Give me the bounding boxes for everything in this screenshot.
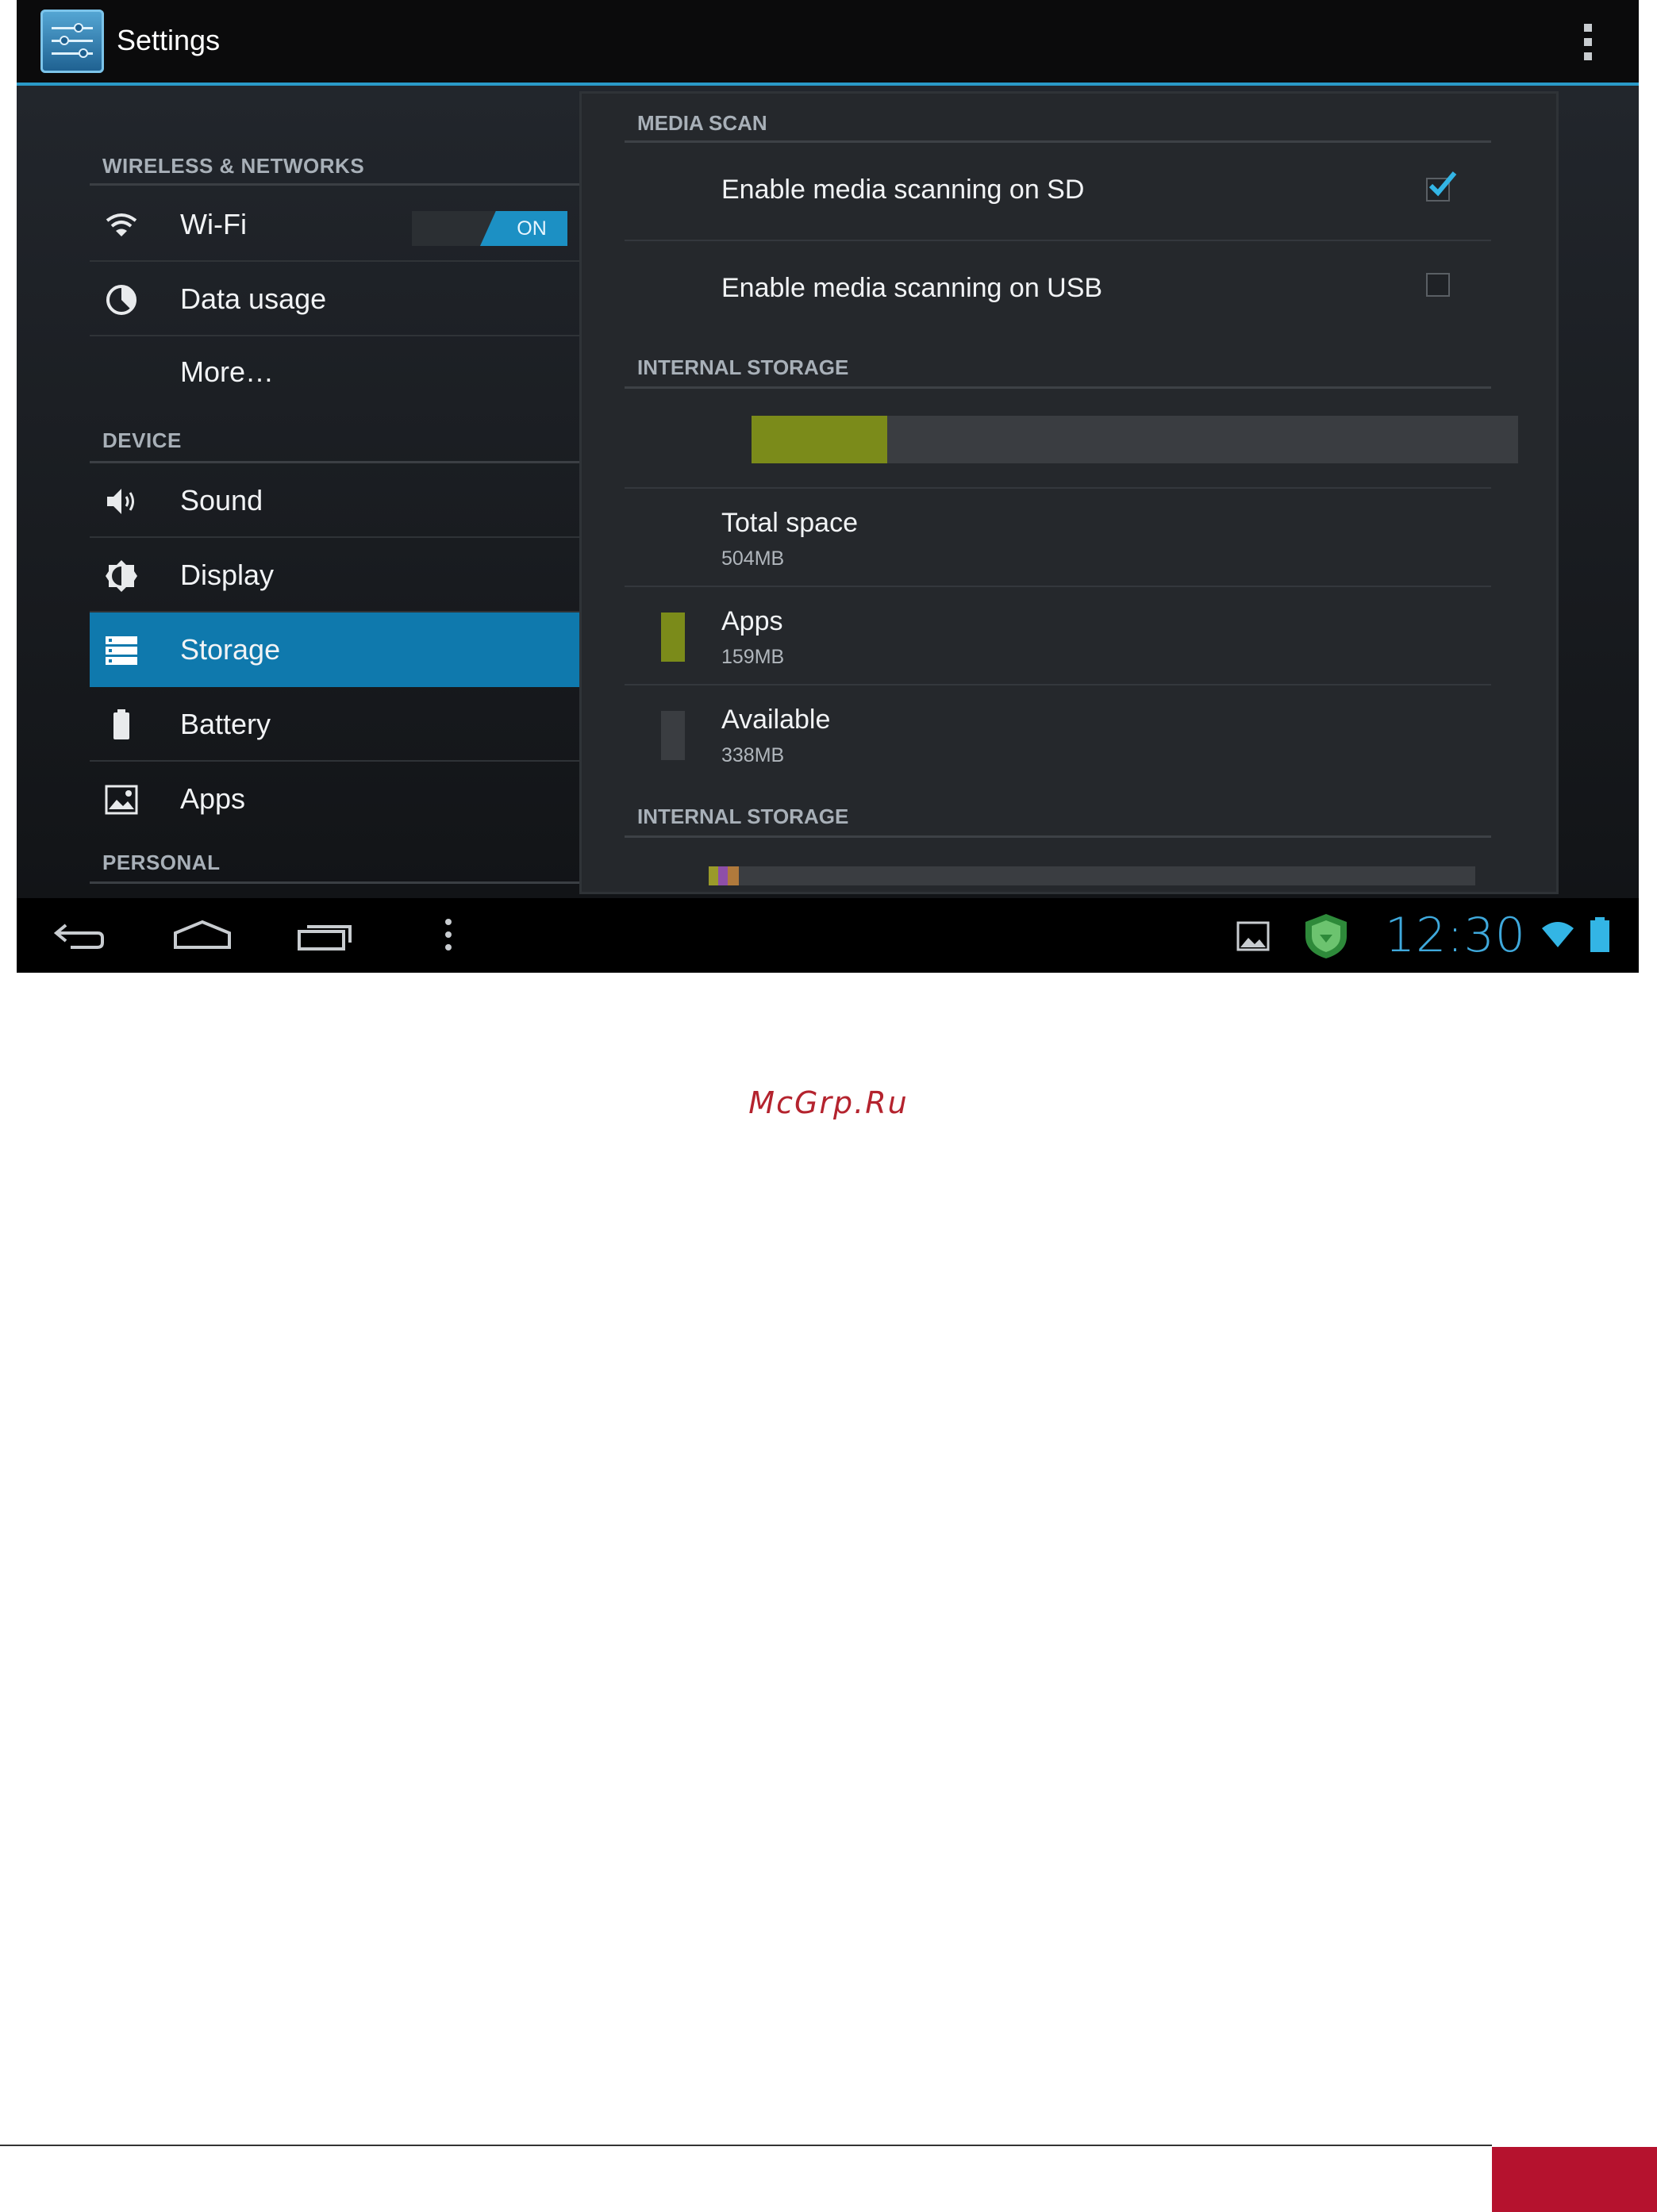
- wifi-signal-icon: [1540, 919, 1575, 954]
- sidebar-item-label: Display: [180, 559, 275, 591]
- apps-storage-value: 159MB: [721, 646, 785, 668]
- media-scan-sd-row[interactable]: Enable media scanning on SD: [625, 143, 1491, 241]
- data-usage-icon: [104, 282, 139, 317]
- media-scan-sd-checkbox[interactable]: [1426, 171, 1457, 202]
- apps-usage-segment: [752, 416, 887, 463]
- media-scan-sd-label: Enable media scanning on SD: [721, 175, 1085, 205]
- home-icon[interactable]: [171, 916, 234, 959]
- sidebar-item-data-usage[interactable]: Data usage: [90, 262, 582, 336]
- internal-storage-usage-bar: [752, 416, 1518, 463]
- sidebar-item-label: Apps: [180, 782, 246, 815]
- total-space-row[interactable]: Total space 504MB: [625, 489, 1491, 587]
- battery-status-icon: [1588, 916, 1612, 959]
- available-storage-label: Available: [721, 705, 831, 735]
- sidebar-item-label: Wi-Fi: [180, 208, 247, 240]
- overflow-menu-icon[interactable]: [1572, 21, 1604, 65]
- sidebar-item-wifi[interactable]: Wi-Fi ON: [90, 187, 582, 262]
- sidebar-item-label: More…: [180, 355, 275, 388]
- available-storage-row[interactable]: Available 338MB: [625, 685, 1491, 784]
- sidebar-item-sound[interactable]: Sound: [90, 463, 582, 538]
- android-screenshot: Settings WIRELESS & NETWORKS Wi-Fi ON Da…: [17, 0, 1639, 973]
- page-footer-rule: [0, 2145, 1492, 2146]
- sidebar-item-label: Storage: [180, 633, 281, 666]
- total-space-value: 504MB: [721, 547, 785, 570]
- sidebar-item-storage[interactable]: Storage: [90, 613, 582, 687]
- section-header-personal: PERSONAL: [90, 844, 582, 884]
- toggle-state-label: ON: [517, 217, 547, 240]
- sidebar-item-battery[interactable]: Battery: [90, 687, 582, 762]
- apps-storage-row[interactable]: Apps 159MB: [625, 587, 1491, 685]
- recent-apps-icon[interactable]: [294, 916, 355, 959]
- media-scan-usb-row[interactable]: Enable media scanning on USB: [625, 241, 1491, 340]
- speaker-icon: [104, 484, 139, 519]
- battery-icon: [104, 708, 139, 743]
- apps-color-swatch: [661, 613, 685, 662]
- section-header-wireless: WIRELESS & NETWORKS: [90, 146, 582, 186]
- sidebar-item-label: Battery: [180, 708, 271, 740]
- internal-storage-header: INTERNAL STORAGE: [625, 344, 1491, 389]
- page-corner-tab: [1492, 2147, 1657, 2212]
- settings-content: WIRELESS & NETWORKS Wi-Fi ON Data usage …: [17, 86, 1639, 898]
- back-icon[interactable]: [52, 916, 107, 959]
- checkmark-icon: [1428, 171, 1457, 197]
- settings-icon[interactable]: [40, 10, 104, 73]
- available-color-swatch: [661, 711, 685, 760]
- watermark-text: McGrp.Ru: [748, 1085, 909, 1120]
- internal-storage-usage-bar-2: [709, 866, 1475, 885]
- total-space-label: Total space: [721, 508, 858, 538]
- apps-storage-label: Apps: [721, 606, 783, 636]
- media-scan-header: MEDIA SCAN: [625, 103, 1491, 143]
- sidebar-item-apps[interactable]: Apps: [90, 762, 582, 836]
- action-bar: Settings: [17, 0, 1639, 86]
- system-navigation-bar: 12:30: [17, 898, 1639, 973]
- wifi-toggle-switch[interactable]: ON: [412, 211, 567, 246]
- usage-segment-2: [718, 866, 728, 885]
- menu-dots-icon[interactable]: [440, 916, 456, 959]
- sidebar-item-more[interactable]: More…: [90, 336, 582, 411]
- usage-segment-1: [709, 866, 718, 885]
- app-title: Settings: [117, 24, 221, 56]
- available-storage-value: 338MB: [721, 744, 785, 766]
- sidebar-item-label: Data usage: [180, 282, 327, 315]
- storage-icon: [104, 633, 139, 668]
- brightness-icon: [104, 559, 139, 593]
- shield-app-icon[interactable]: [1301, 911, 1351, 966]
- wifi-icon: [104, 208, 139, 243]
- gallery-notification-icon[interactable]: [1236, 920, 1271, 956]
- settings-category-list: WIRELESS & NETWORKS Wi-Fi ON Data usage …: [90, 86, 582, 898]
- usage-segment-3: [728, 866, 739, 885]
- sidebar-item-label: Sound: [180, 484, 263, 517]
- internal-storage-header-2: INTERNAL STORAGE: [625, 793, 1491, 838]
- apps-icon: [104, 782, 139, 817]
- status-clock: 12:30: [1385, 908, 1526, 963]
- sidebar-item-display[interactable]: Display: [90, 538, 582, 613]
- storage-detail-panel: MEDIA SCAN Enable media scanning on SD E…: [582, 94, 1556, 892]
- media-scan-usb-label: Enable media scanning on USB: [721, 273, 1103, 303]
- internal-storage-bar-row: [625, 389, 1518, 489]
- section-header-device: DEVICE: [90, 419, 582, 463]
- media-scan-usb-checkbox[interactable]: [1426, 273, 1450, 297]
